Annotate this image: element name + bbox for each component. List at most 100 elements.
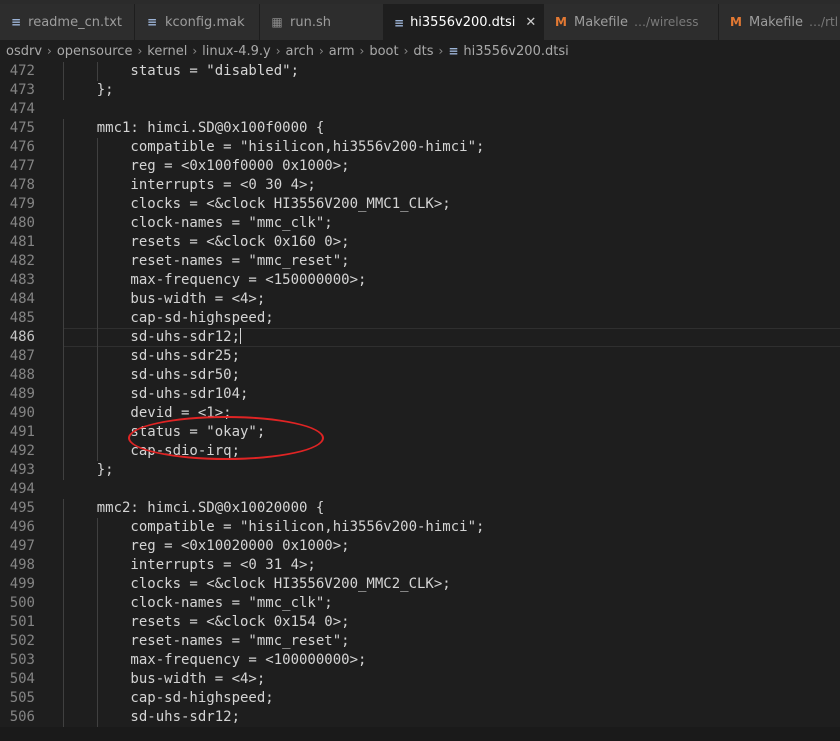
makefile-icon: M	[730, 15, 742, 29]
indent-guide	[96, 138, 98, 157]
line-number: 503	[9, 652, 35, 668]
code-text: interrupts = <0 30 4>;	[63, 177, 316, 193]
code-line[interactable]: 481 resets = <&clock 0x160 0>;	[0, 233, 840, 252]
code-line[interactable]: 491 status = "okay";	[0, 423, 840, 442]
chevron-right-icon: ›	[192, 44, 198, 58]
code-text: sd-uhs-sdr12;	[63, 709, 241, 725]
line-number: 491	[9, 424, 35, 440]
line-number: 485	[9, 310, 35, 326]
code-text: max-frequency = <150000000>;	[63, 272, 367, 288]
indent-guide	[63, 385, 64, 404]
indent-guide	[63, 309, 64, 328]
code-line[interactable]: 477 reg = <0x100f0000 0x1000>;	[0, 157, 840, 176]
tab-readme-cn[interactable]: ≡ readme_cn.txt	[0, 4, 135, 40]
code-line[interactable]: 500 clock-names = "mmc_clk";	[0, 594, 840, 613]
code-line[interactable]: 488 sd-uhs-sdr50;	[0, 366, 840, 385]
code-text: sd-uhs-sdr25;	[63, 348, 241, 364]
breadcrumb: osdrv › opensource › kernel › linux-4.9.…	[0, 40, 840, 62]
code-line[interactable]: 492 cap-sdio-irq;	[0, 442, 840, 461]
code-text: cap-sdio-irq;	[63, 443, 241, 459]
code-line[interactable]: 505 cap-sd-highspeed;	[0, 689, 840, 708]
line-number: 486	[9, 329, 35, 345]
tab-label: Makefile	[749, 14, 804, 30]
indent-guide	[63, 594, 64, 613]
code-line[interactable]: 495 mmc2: himci.SD@0x10020000 {	[0, 499, 840, 518]
indent-guide	[96, 271, 98, 290]
code-line[interactable]: 503 max-frequency = <100000000>;	[0, 651, 840, 670]
breadcrumb-item[interactable]: dts	[413, 44, 433, 59]
code-text: clocks = <&clock HI3556V200_MMC1_CLK>;	[63, 196, 451, 212]
tab-run-sh[interactable]: ▦ run.sh	[260, 4, 384, 40]
indent-guide	[63, 670, 64, 689]
code-line[interactable]: 499 clocks = <&clock HI3556V200_MMC2_CLK…	[0, 575, 840, 594]
code-line[interactable]: 501 resets = <&clock 0x154 0>;	[0, 613, 840, 632]
indent-guide	[96, 195, 98, 214]
code-line[interactable]: 498 interrupts = <0 31 4>;	[0, 556, 840, 575]
code-line[interactable]: 504 bus-width = <4>;	[0, 670, 840, 689]
code-line[interactable]: 487 sd-uhs-sdr25;	[0, 347, 840, 366]
terminal-file-icon: ▦	[271, 15, 283, 29]
code-line[interactable]: 483 max-frequency = <150000000>;	[0, 271, 840, 290]
code-line[interactable]: 485 cap-sd-highspeed;	[0, 309, 840, 328]
code-line[interactable]: 472 status = "disabled";	[0, 62, 840, 81]
breadcrumb-item[interactable]: opensource	[57, 44, 133, 59]
code-text: reset-names = "mmc_reset";	[63, 253, 350, 269]
code-editor[interactable]: 472 status = "disabled"; 473 }; 474 475 mmc…	[0, 62, 840, 727]
code-line[interactable]: 493 };	[0, 461, 840, 480]
breadcrumb-item-file[interactable]: hi3556v200.dtsi	[463, 44, 568, 59]
indent-guide	[63, 404, 64, 423]
code-line[interactable]: 486 sd-uhs-sdr12;	[0, 328, 840, 347]
indent-guide	[63, 81, 64, 100]
code-line[interactable]: 497 reg = <0x10020000 0x1000>;	[0, 537, 840, 556]
code-text: max-frequency = <100000000>;	[63, 652, 367, 668]
code-line[interactable]: 480 clock-names = "mmc_clk";	[0, 214, 840, 233]
breadcrumb-item[interactable]: arm	[329, 44, 355, 59]
indent-guide	[96, 423, 98, 442]
code-text: sd-uhs-sdr12;	[63, 328, 840, 347]
code-line[interactable]: 484 bus-width = <4>;	[0, 290, 840, 309]
tab-makefile-wireless[interactable]: M Makefile …/wireless	[544, 4, 719, 40]
code-line[interactable]: 476 compatible = "hisilicon,hi3556v200-h…	[0, 138, 840, 157]
indent-guide	[63, 119, 64, 138]
indent-guide	[63, 575, 64, 594]
code-text: mmc2: himci.SD@0x10020000 {	[63, 500, 325, 516]
indent-guide	[96, 290, 98, 309]
indent-guide	[96, 233, 98, 252]
indent-guide	[96, 708, 98, 727]
indent-guide	[63, 252, 64, 271]
code-line[interactable]: 473 };	[0, 81, 840, 100]
tab-hi3556v200-dtsi[interactable]: ≡ hi3556v200.dtsi ✕	[384, 4, 544, 40]
breadcrumb-item[interactable]: osdrv	[6, 44, 42, 59]
code-text: clock-names = "mmc_clk";	[63, 595, 333, 611]
breadcrumb-item[interactable]: boot	[369, 44, 398, 59]
breadcrumb-item[interactable]: linux-4.9.y	[202, 44, 271, 59]
line-number: 481	[9, 234, 35, 250]
indent-guide	[96, 575, 98, 594]
code-line[interactable]: 475 mmc1: himci.SD@0x100f0000 {	[0, 119, 840, 138]
code-line[interactable]: 502 reset-names = "mmc_reset";	[0, 632, 840, 651]
code-line[interactable]: 482 reset-names = "mmc_reset";	[0, 252, 840, 271]
code-line[interactable]: 478 interrupts = <0 30 4>;	[0, 176, 840, 195]
code-line[interactable]: 490 devid = <1>;	[0, 404, 840, 423]
code-line[interactable]: 496 compatible = "hisilicon,hi3556v200-h…	[0, 518, 840, 537]
chevron-right-icon: ›	[438, 44, 444, 58]
code-line[interactable]: 474	[0, 100, 840, 119]
breadcrumb-item[interactable]: kernel	[147, 44, 187, 59]
line-number: 482	[9, 253, 35, 269]
breadcrumb-item[interactable]: arch	[286, 44, 314, 59]
close-icon[interactable]: ✕	[525, 15, 536, 30]
indent-guide	[63, 423, 64, 442]
code-line[interactable]: 506 sd-uhs-sdr12;	[0, 708, 840, 727]
tab-makefile-rtl[interactable]: M Makefile …/rtl	[719, 4, 840, 40]
code-line[interactable]: 494	[0, 480, 840, 499]
code-line[interactable]: 489 sd-uhs-sdr104;	[0, 385, 840, 404]
indent-guide	[63, 442, 64, 461]
tab-kconfig[interactable]: ≡ kconfig.mak	[135, 4, 260, 40]
lines-icon: ≡	[146, 15, 158, 29]
indent-guide	[63, 157, 64, 176]
code-line[interactable]: 479 clocks = <&clock HI3556V200_MMC1_CLK…	[0, 195, 840, 214]
code-text: clocks = <&clock HI3556V200_MMC2_CLK>;	[63, 576, 451, 592]
indent-guide	[63, 271, 64, 290]
chevron-right-icon: ›	[47, 44, 52, 58]
line-number: 475	[9, 120, 35, 136]
